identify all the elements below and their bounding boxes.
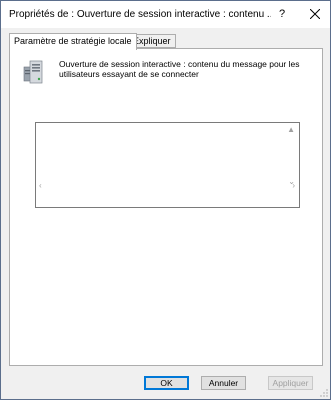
tab-panel: Ouverture de session interactive : conte… bbox=[9, 48, 323, 366]
ok-button[interactable]: OK bbox=[144, 376, 189, 390]
close-button[interactable] bbox=[304, 5, 326, 23]
properties-dialog: Propriétés de : Ouverture de session int… bbox=[0, 0, 331, 400]
scroll-up-arrow-icon[interactable]: ▲ bbox=[287, 126, 295, 134]
title-bar: Propriétés de : Ouverture de session int… bbox=[1, 1, 330, 28]
resize-grip-icon[interactable] bbox=[320, 389, 328, 397]
scroll-right-arrow-icon[interactable]: › bbox=[292, 182, 295, 190]
server-policy-icon bbox=[23, 60, 43, 84]
tab-local-policy-setting[interactable]: Paramètre de stratégie locale bbox=[9, 33, 137, 50]
policy-description: Ouverture de session interactive : conte… bbox=[59, 59, 300, 79]
scroll-left-arrow-icon[interactable]: ‹ bbox=[39, 182, 42, 190]
apply-button[interactable]: Appliquer bbox=[268, 376, 313, 390]
close-icon bbox=[310, 9, 320, 19]
cancel-button[interactable]: Annuler bbox=[201, 376, 246, 390]
message-text-input[interactable]: ▲ ⌄ ‹ › bbox=[35, 122, 300, 208]
dialog-title: Propriétés de : Ouverture de session int… bbox=[9, 9, 271, 20]
help-button[interactable]: ? bbox=[271, 5, 293, 23]
